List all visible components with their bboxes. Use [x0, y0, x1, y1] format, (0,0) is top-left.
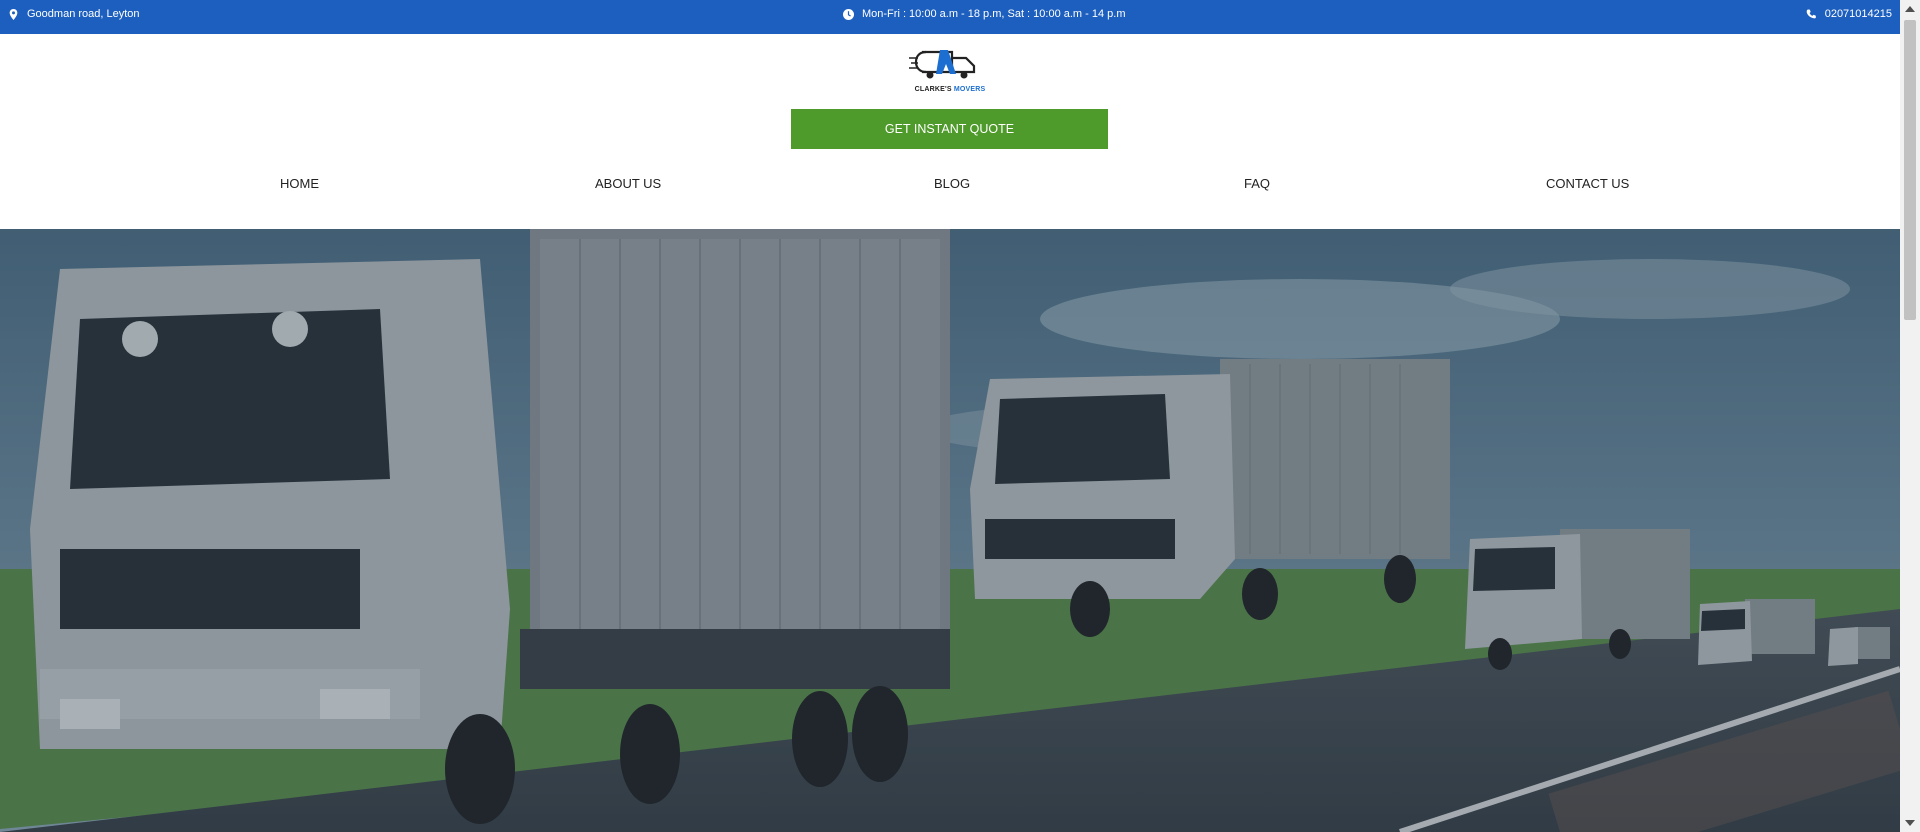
nav-home[interactable]: HOME	[280, 176, 319, 191]
scroll-down-arrow-icon[interactable]	[1905, 820, 1915, 826]
site-logo[interactable]: CLARKE'S MOVERS	[908, 44, 992, 94]
address-text: Goodman road, Leyton	[27, 8, 140, 20]
nav-contact-us[interactable]: CONTACT US	[1546, 176, 1629, 191]
nav-faq[interactable]: FAQ	[1244, 176, 1270, 191]
trucks-on-highway-image	[0, 229, 1900, 832]
top-info-bar: Goodman road, Leyton Mon-Fri : 10:00 a.m…	[0, 0, 1900, 34]
clock-icon	[843, 8, 854, 20]
location-pin-icon	[9, 8, 18, 20]
nav-about-us[interactable]: ABOUT US	[595, 176, 661, 191]
scrollbar-thumb[interactable]	[1904, 20, 1916, 320]
phone-info[interactable]: 02071014215	[1806, 0, 1892, 28]
truck-logo-icon	[909, 50, 976, 79]
hours-text: Mon-Fri : 10:00 a.m - 18 p.m, Sat : 10:0…	[862, 8, 1126, 20]
nav-blog[interactable]: BLOG	[934, 176, 970, 191]
phone-icon	[1806, 8, 1816, 18]
hours-info: Mon-Fri : 10:00 a.m - 18 p.m, Sat : 10:0…	[843, 0, 1126, 28]
hero-banner-image	[0, 229, 1900, 832]
address-info: Goodman road, Leyton	[8, 0, 140, 28]
page-scrollbar[interactable]	[1900, 0, 1920, 832]
phone-text: 02071014215	[1824, 8, 1892, 20]
get-instant-quote-button[interactable]: GET INSTANT QUOTE	[791, 109, 1108, 149]
scroll-up-arrow-icon[interactable]	[1905, 6, 1915, 12]
site-header: CLARKE'S MOVERS GET INSTANT QUOTE HOME A…	[0, 34, 1900, 229]
logo-text: CLARKE'S MOVERS	[914, 86, 986, 93]
